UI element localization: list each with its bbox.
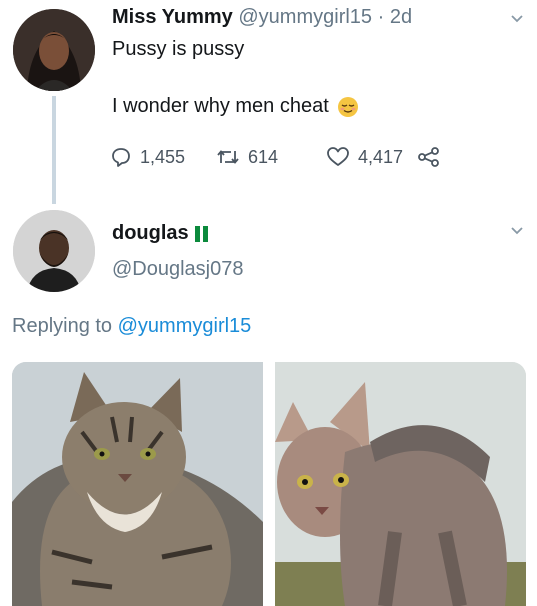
share-action[interactable] bbox=[417, 146, 441, 168]
author-name[interactable]: Miss Yummy bbox=[112, 6, 233, 28]
tweet-actions: 1,455 614 4,417 bbox=[110, 146, 441, 168]
tweet-header: Miss Yummy @yummygirl15 · 2d bbox=[112, 6, 412, 29]
replying-prefix: Replying to bbox=[12, 315, 113, 337]
fluffy-tabby-cat-image[interactable] bbox=[12, 362, 263, 606]
share-icon bbox=[418, 147, 439, 167]
reply-author-name[interactable]: douglas bbox=[112, 222, 189, 245]
retweet-icon bbox=[217, 150, 239, 164]
reply-icon bbox=[112, 148, 130, 167]
replying-mention-link[interactable]: @yummygirl15 bbox=[118, 315, 252, 337]
nigeria-flag-icon bbox=[194, 225, 208, 242]
like-count: 4,417 bbox=[358, 146, 404, 167]
author-handle[interactable]: @yummygirl15 bbox=[238, 6, 372, 28]
tweet-text-line-2: I wonder why men cheat bbox=[112, 95, 359, 118]
replying-to: Replying to @yummygirl15 bbox=[12, 315, 251, 338]
retweet-action[interactable]: 614 bbox=[216, 146, 312, 168]
tweet-media-grid bbox=[12, 362, 526, 606]
tweet-text: I wonder why men cheat bbox=[112, 95, 329, 117]
retweet-count: 614 bbox=[248, 146, 279, 167]
hairless-cat-image[interactable] bbox=[275, 362, 526, 606]
reply-count: 1,455 bbox=[140, 146, 186, 167]
avatar-douglas[interactable] bbox=[13, 210, 95, 292]
original-tweet[interactable]: Miss Yummy @yummygirl15 · 2d Pussy is pu… bbox=[0, 0, 537, 204]
like-action[interactable]: 4,417 bbox=[326, 146, 403, 168]
avatar-miss-yummy[interactable] bbox=[13, 9, 95, 91]
reply-author-row: douglas bbox=[112, 222, 208, 245]
chevron-down-icon[interactable] bbox=[510, 12, 524, 26]
heart-icon bbox=[327, 147, 349, 166]
tweet-age[interactable]: 2d bbox=[390, 6, 412, 28]
separator-dot: · bbox=[377, 6, 385, 28]
tweet-text-line-1: Pussy is pussy bbox=[112, 38, 245, 60]
relieved-face-icon bbox=[337, 96, 358, 117]
chevron-down-icon[interactable] bbox=[510, 224, 524, 238]
reply-action[interactable]: 1,455 bbox=[110, 146, 210, 168]
reply-author-handle[interactable]: @Douglasj078 bbox=[112, 258, 244, 281]
thread-connector-line bbox=[52, 96, 56, 204]
